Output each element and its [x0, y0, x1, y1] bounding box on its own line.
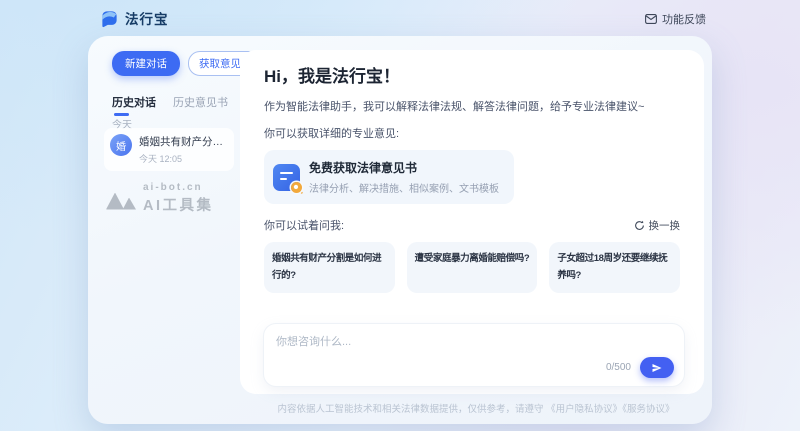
- refresh-label: 换一换: [649, 218, 681, 233]
- history-avatar: 婚: [110, 134, 132, 156]
- history-tabs: 历史对话 历史意见书: [112, 94, 228, 116]
- opinion-card-texts: 免费获取法律意见书 法律分析、解决措施、相似案例、文书模板: [309, 159, 499, 195]
- greeting-title: Hi，我是法行宝！: [264, 62, 680, 87]
- disclaimer-text: 内容依据人工智能技术和相关法律数据提供，仅供参考，请遵守: [278, 404, 547, 415]
- assistant-intro: 作为智能法律助手，我可以解释法律法规、解答法律问题，给予专业法律建议~: [264, 98, 680, 114]
- opinion-card-subtitle: 法律分析、解决措施、相似案例、文书模板: [309, 180, 499, 195]
- disclaimer-footer: 内容依据人工智能技术和相关法律数据提供，仅供参考，请遵守 《用户隐私协议》《服务…: [240, 401, 712, 415]
- question-card[interactable]: 婚姻共有财产分割是如何进行的?: [264, 242, 395, 293]
- history-item[interactable]: 婚 婚姻共有财产分割是如何... 今天 12:05: [104, 128, 234, 171]
- free-opinion-card[interactable]: 免费获取法律意见书 法律分析、解决措施、相似案例、文书模板: [264, 150, 514, 204]
- char-counter: 0/500: [606, 362, 631, 373]
- history-item-texts: 婚姻共有财产分割是如何... 今天 12:05: [139, 134, 233, 165]
- privacy-policy-link[interactable]: 《用户隐私协议》: [546, 404, 622, 415]
- feedback-label: 功能反馈: [662, 11, 706, 27]
- question-card[interactable]: 遭受家庭暴力离婚能赔偿吗?: [407, 242, 538, 293]
- watermark-name: AI工具集: [143, 194, 214, 215]
- envelope-icon: [645, 14, 657, 24]
- refresh-icon: [634, 220, 645, 231]
- suggested-questions: 婚姻共有财产分割是如何进行的? 遭受家庭暴力离婚能赔偿吗? 子女超过18周岁还要…: [264, 242, 680, 293]
- history-item-time: 今天 12:05: [139, 152, 233, 165]
- chat-panel: Hi，我是法行宝！ 作为智能法律助手，我可以解释法律法规、解答法律问题，给予专业…: [240, 50, 704, 394]
- app-background: 法行宝 功能反馈 新建对话 获取意见书 历史对话 历史意见书 今天 婚: [0, 0, 800, 431]
- suggest-hint: 你可以试着问我:: [264, 217, 344, 233]
- ai-bot-logo-icon: [106, 188, 136, 210]
- feedback-button[interactable]: 功能反馈: [645, 11, 706, 27]
- app-window: 新建对话 获取意见书 历史对话 历史意见书 今天 婚 婚姻共有财产分割是如何..…: [88, 36, 712, 424]
- send-button[interactable]: [640, 357, 674, 378]
- watermark: ai-bot.cn AI工具集: [106, 182, 214, 215]
- suggestions-header: 你可以试着问我: 换一换: [264, 217, 680, 233]
- legal-document-search-icon: [273, 164, 300, 191]
- app-logo: 法行宝: [100, 8, 169, 28]
- input-controls: 0/500: [606, 357, 674, 378]
- history-item-title: 婚姻共有财产分割是如何...: [139, 134, 233, 149]
- faxingbao-logo-icon: [100, 9, 119, 28]
- new-chat-button[interactable]: 新建对话: [112, 51, 180, 76]
- service-agreement-link[interactable]: 《服务协议》: [622, 404, 674, 415]
- watermark-texts: ai-bot.cn AI工具集: [143, 182, 214, 215]
- tab-history-chats[interactable]: 历史对话: [112, 94, 156, 116]
- question-card[interactable]: 子女超过18周岁还要继续抚养吗?: [549, 242, 680, 293]
- send-icon: [651, 362, 663, 374]
- opinion-card-title: 免费获取法律意见书: [309, 159, 499, 176]
- chat-input-box: 0/500: [264, 324, 684, 386]
- watermark-url: ai-bot.cn: [143, 182, 214, 193]
- opinion-hint: 你可以获取详细的专业意见:: [264, 125, 680, 141]
- refresh-questions-button[interactable]: 换一换: [634, 218, 681, 233]
- app-title: 法行宝: [125, 8, 169, 28]
- tab-history-opinions[interactable]: 历史意见书: [173, 94, 228, 116]
- top-bar: 法行宝 功能反馈: [0, 0, 800, 36]
